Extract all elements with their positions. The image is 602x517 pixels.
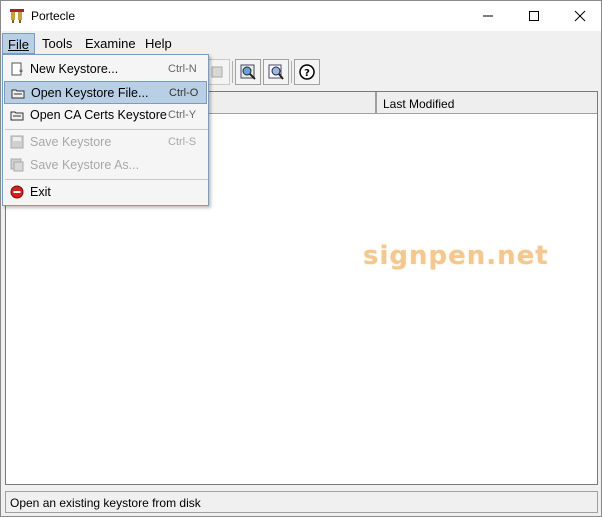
svg-text:?: ?	[304, 68, 310, 79]
menu-file[interactable]: File	[2, 33, 35, 54]
menu-bar: File Tools Examine Help	[1, 31, 601, 54]
close-button[interactable]	[557, 1, 602, 31]
menu-item-accelerator: Ctrl-O	[169, 87, 199, 99]
open-cacerts-icon	[10, 108, 24, 122]
menu-item-save-keystore[interactable]: Save Keystore Ctrl-S	[4, 131, 207, 154]
menu-item-save-keystore-as[interactable]: Save Keystore As...	[4, 154, 207, 177]
window-title: Portecle	[31, 9, 76, 23]
column-header-last-modified[interactable]: Last Modified	[376, 92, 597, 113]
status-bar: Open an existing keystore from disk	[5, 491, 598, 513]
menu-item-exit[interactable]: Exit	[4, 181, 207, 204]
menu-item-accelerator: Ctrl-Y	[168, 109, 197, 121]
menu-separator	[5, 129, 208, 130]
menu-tools[interactable]: Tools	[37, 33, 77, 54]
menu-item-accelerator: Ctrl-N	[168, 63, 197, 75]
disabled-certificate-icon	[211, 66, 223, 78]
menu-separator	[5, 179, 208, 180]
toolbar-separator	[232, 61, 233, 83]
open-keystore-icon	[11, 86, 25, 100]
menu-item-open-ca-certs-keystore[interactable]: Open CA Certs Keystore Ctrl-Y	[4, 104, 207, 127]
maximize-button[interactable]	[511, 1, 557, 31]
menu-item-label: Exit	[30, 185, 51, 199]
new-keystore-icon: *	[10, 62, 24, 77]
help-icon: ?	[299, 64, 315, 80]
menu-item-accelerator: Ctrl-S	[168, 136, 197, 148]
exit-icon	[10, 185, 24, 199]
menu-item-label: New Keystore...	[30, 62, 119, 76]
svg-text:*: *	[19, 68, 23, 76]
portecle-app-icon	[9, 8, 25, 24]
menu-item-label: Open Keystore File...	[31, 86, 149, 100]
menu-item-open-keystore-file[interactable]: Open Keystore File... Ctrl-O	[4, 81, 207, 104]
menu-item-label: Save Keystore As...	[30, 158, 140, 172]
examine-certificate-button[interactable]	[235, 59, 261, 85]
save-icon	[10, 135, 24, 149]
watermark: signpen.net	[363, 241, 549, 271]
help-toolbar-button[interactable]: ?	[294, 59, 320, 85]
menu-item-label: Open CA Certs Keystore	[30, 108, 167, 122]
menu-item-label: Save Keystore	[30, 135, 112, 149]
menu-help[interactable]: Help	[140, 33, 177, 54]
menu-examine[interactable]: Examine	[80, 33, 141, 54]
maximize-icon	[529, 11, 539, 21]
portecle-window: Portecle File Tools Examine Help ? Last …	[0, 0, 602, 517]
examine-crl-icon	[268, 64, 284, 80]
save-as-icon	[10, 158, 24, 172]
title-bar[interactable]: Portecle	[1, 1, 601, 31]
examine-certificate-icon	[240, 64, 256, 80]
minimize-button[interactable]	[465, 1, 511, 31]
close-icon	[574, 10, 586, 22]
menu-item-new-keystore[interactable]: * New Keystore... Ctrl-N	[4, 58, 207, 81]
minimize-icon	[483, 15, 493, 17]
file-menu-dropdown: * New Keystore... Ctrl-N Open Keystore F…	[2, 54, 209, 206]
examine-crl-button[interactable]	[263, 59, 289, 85]
toolbar-separator	[291, 61, 292, 83]
